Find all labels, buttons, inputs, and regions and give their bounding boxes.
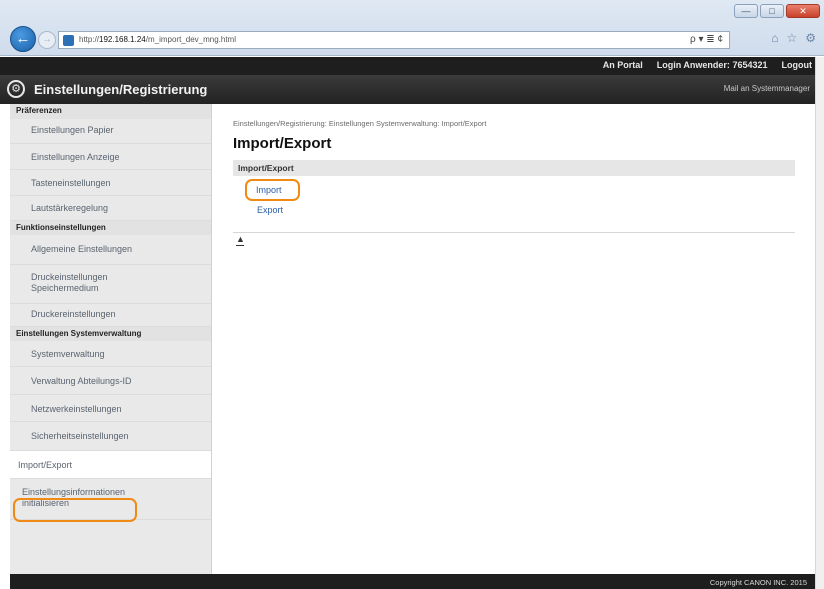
sidebar-item-department-id[interactable]: Verwaltung Abteilungs-ID	[10, 367, 211, 395]
import-link[interactable]: Import	[256, 185, 282, 195]
window-controls: — □ ✕	[734, 4, 820, 18]
section-header: Import/Export	[233, 160, 795, 176]
browser-toolbar: — □ ✕ ← → http://192.168.1.24/m_import_d…	[0, 0, 824, 56]
copyright-text: Copyright CANON INC. 2015	[709, 578, 807, 587]
sidebar-item-initialize-settings[interactable]: Einstellungsinformationen initialisieren	[10, 479, 211, 520]
sidebar-item-key-settings[interactable]: Tasteneinstellungen	[10, 170, 211, 196]
sidebar-item-network-settings[interactable]: Netzwerkeinstellungen	[10, 395, 211, 422]
browser-toolbar-icons: ⌂ ☆ ⚙	[771, 31, 816, 45]
footer: Copyright CANON INC. 2015	[10, 574, 815, 589]
page-header: ⚙ Einstellungen/Registrierung Mail an Sy…	[0, 75, 824, 104]
sidebar-item-security-settings[interactable]: Sicherheitseinstellungen	[10, 422, 211, 451]
export-link[interactable]: Export	[257, 205, 283, 215]
sidebar-section-system-management: Einstellungen Systemverwaltung	[10, 327, 211, 341]
page-title: Import/Export	[233, 135, 332, 152]
maximize-button[interactable]: □	[760, 4, 784, 18]
close-button[interactable]: ✕	[786, 4, 820, 18]
sidebar: Präferenzen Einstellungen Papier Einstel…	[10, 104, 212, 574]
portal-link[interactable]: An Portal	[603, 60, 643, 70]
login-user: Login Anwender: 7654321	[656, 60, 768, 70]
favicon-icon	[63, 35, 74, 46]
sidebar-item-display-settings[interactable]: Einstellungen Anzeige	[10, 144, 211, 170]
top-links: An Portal Login Anwender: 7654321 Logout	[603, 60, 812, 70]
back-button[interactable]: ←	[10, 26, 36, 52]
minimize-button[interactable]: —	[734, 4, 758, 18]
settings-gear-icon[interactable]: ⚙	[805, 31, 816, 45]
sidebar-item-paper-settings[interactable]: Einstellungen Papier	[10, 119, 211, 144]
sidebar-item-import-export[interactable]: Import/Export	[10, 451, 211, 479]
sidebar-item-general-settings[interactable]: Allgemeine Einstellungen	[10, 235, 211, 265]
header-title: Einstellungen/Registrierung	[34, 82, 208, 97]
url-text: http://192.168.1.24/m_import_dev_mng.htm…	[79, 35, 236, 44]
home-icon[interactable]: ⌂	[771, 31, 778, 45]
address-bar[interactable]: http://192.168.1.24/m_import_dev_mng.htm…	[58, 31, 730, 49]
sidebar-item-volume-control[interactable]: Lautstärkeregelung	[10, 196, 211, 221]
top-band: An Portal Login Anwender: 7654321 Logout	[0, 57, 824, 75]
sidebar-item-printer-settings[interactable]: Druckereinstellungen	[10, 304, 211, 327]
main-content: Einstellungen/Registrierung: Einstellung…	[212, 104, 824, 574]
favorites-star-icon[interactable]: ☆	[786, 31, 797, 45]
page-top-icon[interactable]: ▲	[236, 235, 245, 246]
logout-link[interactable]: Logout	[782, 60, 813, 70]
forward-button[interactable]: →	[38, 31, 56, 49]
settings-gear-icon: ⚙	[7, 80, 25, 98]
content-divider	[233, 232, 795, 233]
sidebar-section-preferences: Präferenzen	[10, 104, 211, 119]
scrollbar[interactable]	[815, 57, 824, 589]
address-tools[interactable]: ρ ▾ ≣ ¢	[690, 34, 723, 45]
sidebar-item-print-settings-media[interactable]: Druckeinstellungen Speichermedium	[10, 265, 211, 304]
sidebar-section-function-settings: Funktionseinstellungen	[10, 221, 211, 235]
breadcrumb: Einstellungen/Registrierung: Einstellung…	[233, 119, 487, 128]
sidebar-item-system-management[interactable]: Systemverwaltung	[10, 341, 211, 367]
mail-to-system-manager-link[interactable]: Mail an Systemmanager	[724, 84, 810, 93]
